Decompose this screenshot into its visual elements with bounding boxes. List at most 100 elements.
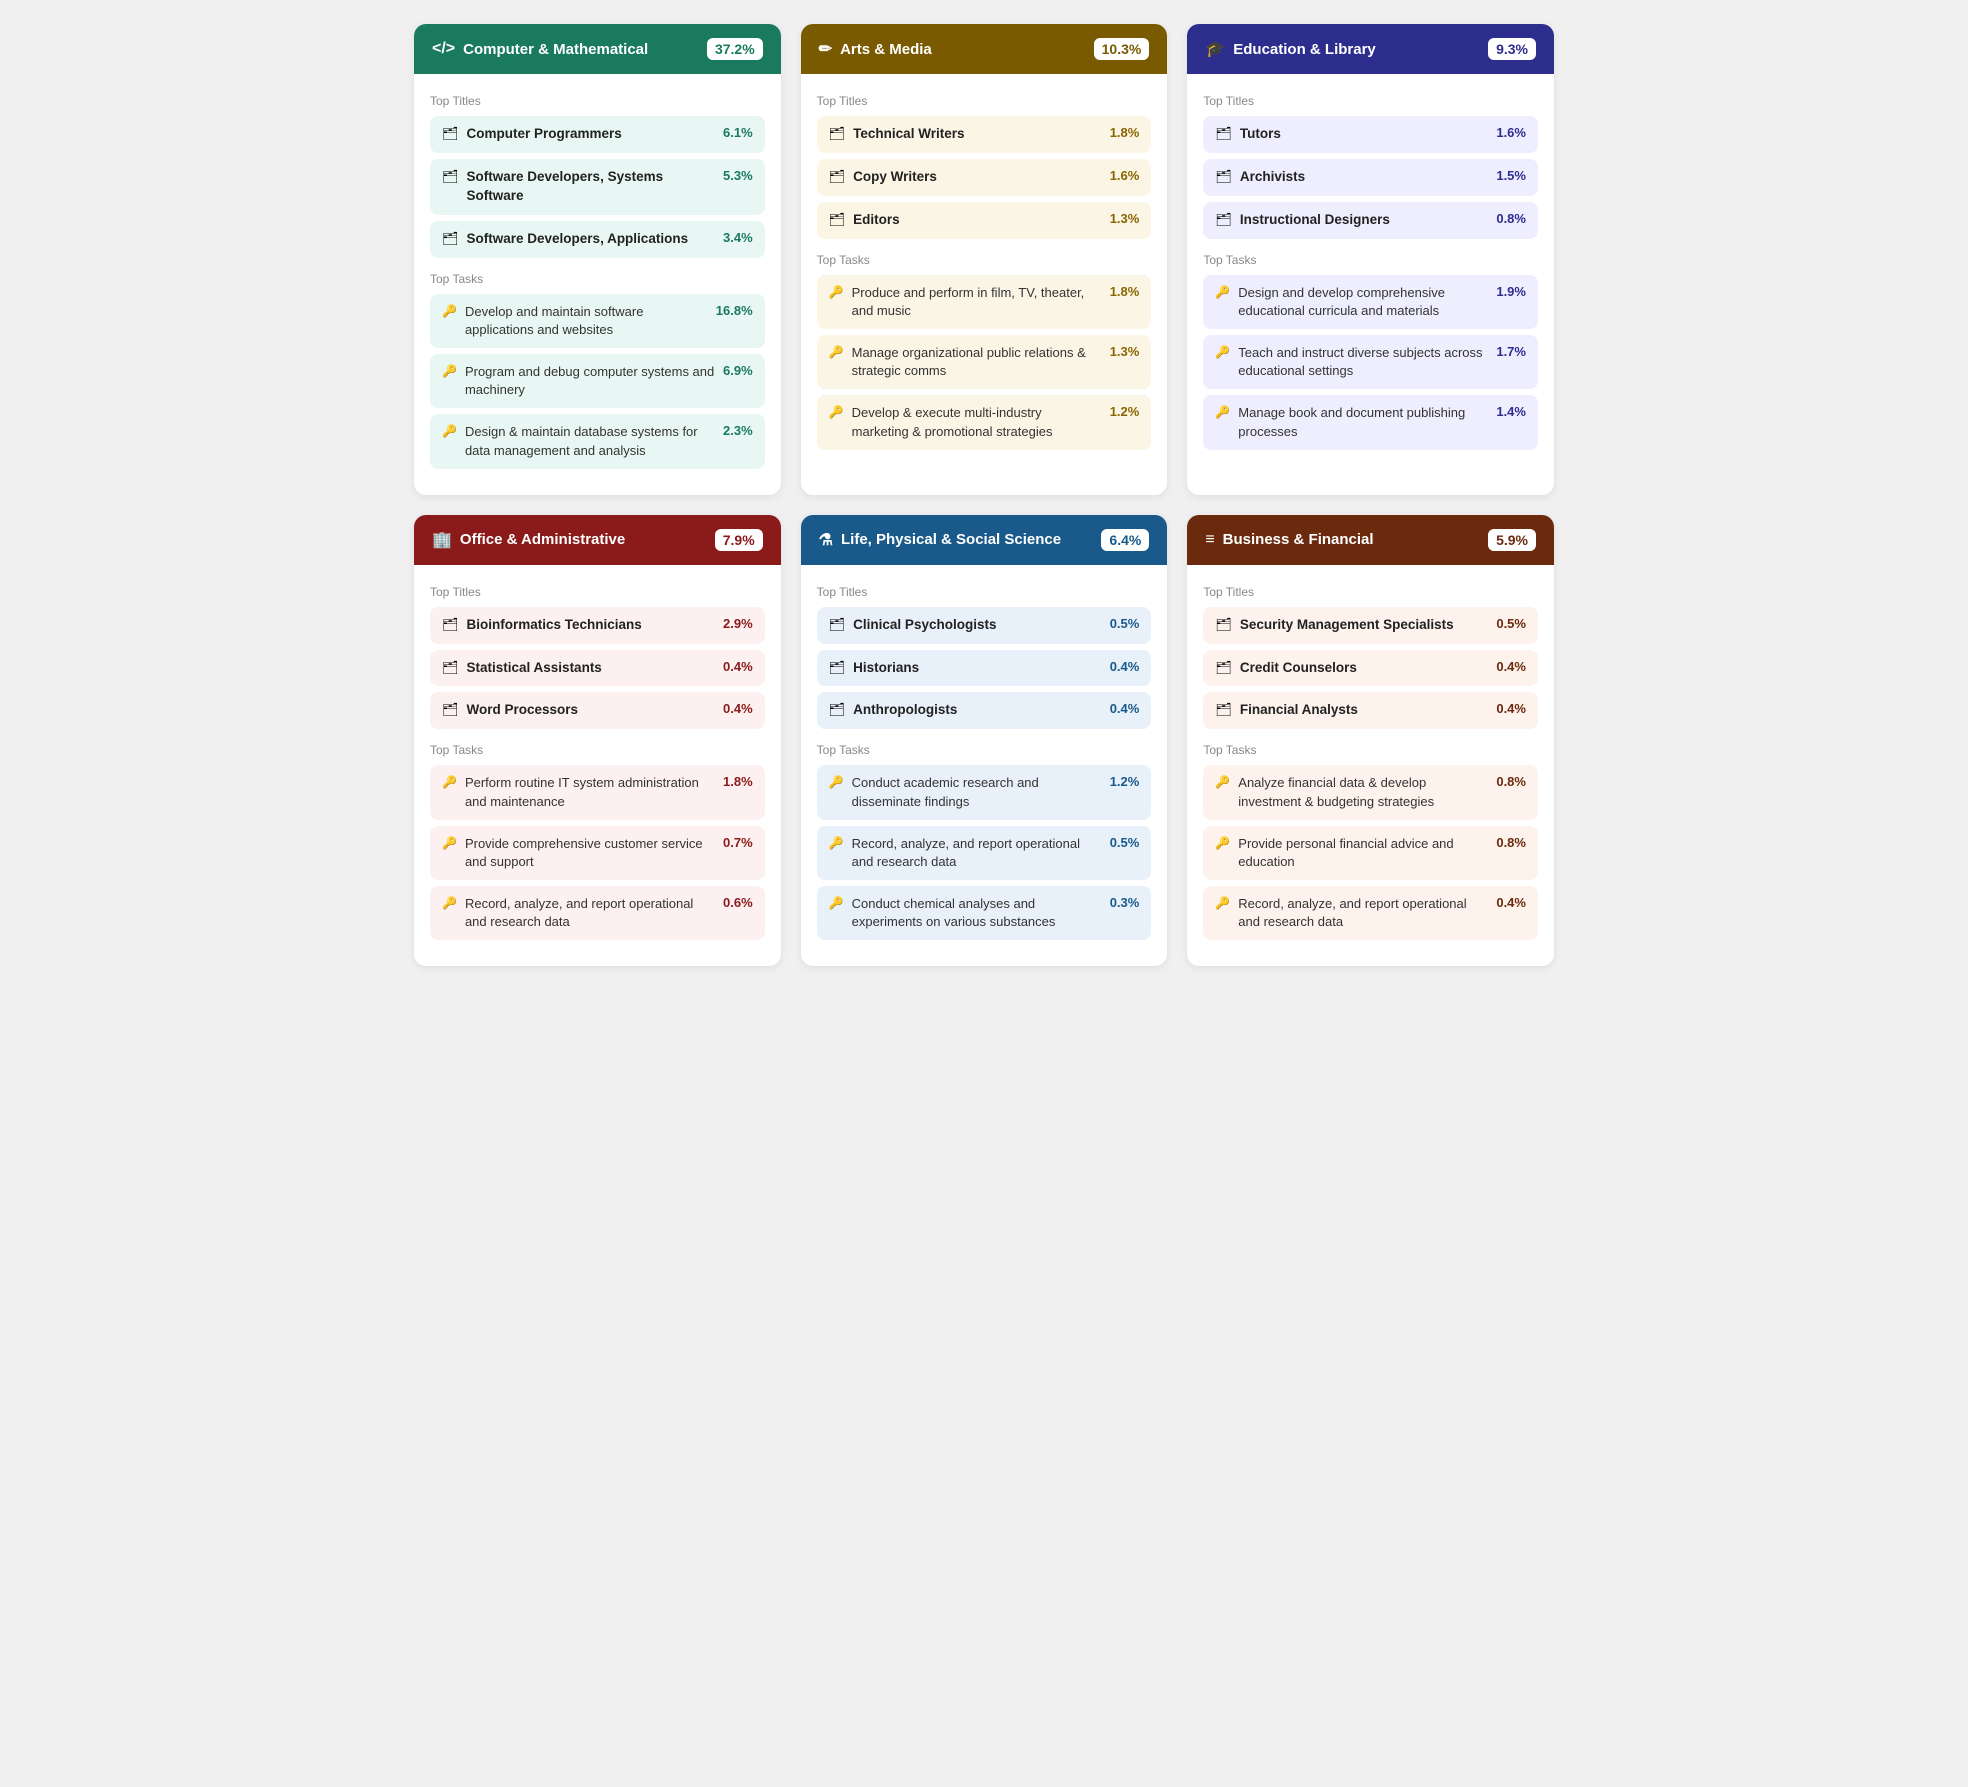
task-row-left-business-financial-2: 🔑Record, analyze, and report operational… (1215, 895, 1488, 931)
title-row-left-computer-mathematical-0: 🗂Computer Programmers (442, 125, 715, 144)
briefcase-icon-business-financial-0: 🗂 (1215, 617, 1232, 633)
task-row-left-arts-media-2: 🔑Develop & execute multi-industry market… (829, 404, 1102, 440)
card-percentage-arts-media: 10.3% (1094, 38, 1150, 60)
top-titles-label-computer-mathematical: Top Titles (430, 94, 765, 108)
task-name-life-physical-social-science-2: Conduct chemical analyses and experiment… (852, 895, 1102, 931)
title-pct-education-library-1: 1.5% (1496, 168, 1526, 183)
card-title-business-financial: Business & Financial (1223, 531, 1374, 548)
card-education-library: 🎓Education & Library 9.3% Top Titles🗂Tutor… (1187, 24, 1554, 495)
main-grid: </>Computer & Mathematical37.2%Top Title… (414, 24, 1554, 966)
top-tasks-label-business-financial: Top Tasks (1203, 743, 1538, 757)
task-pct-arts-media-0: 1.8% (1110, 284, 1140, 299)
task-pct-computer-mathematical-1: 6.9% (723, 363, 753, 378)
top-tasks-label-life-physical-social-science: Top Tasks (817, 743, 1152, 757)
title-row-left-business-financial-0: 🗂Security Management Specialists (1215, 616, 1488, 635)
key-icon-arts-media-1: 🔑 (829, 345, 844, 359)
task-row-left-computer-mathematical-0: 🔑Develop and maintain software applicati… (442, 303, 708, 339)
title-name-arts-media-0: Technical Writers (853, 125, 964, 144)
card-header-left-education-library: 🎓Education & Library (1205, 39, 1375, 59)
title-pct-arts-media-2: 1.3% (1110, 211, 1140, 226)
title-pct-arts-media-0: 1.8% (1110, 125, 1140, 140)
task-row-left-computer-mathematical-2: 🔑 Design & maintain database systems for … (442, 423, 715, 459)
task-row-left-life-physical-social-science-1: 🔑 Record, analyze, and report operational… (829, 835, 1102, 871)
card-header-left-business-financial: ≡Business & Financial (1205, 531, 1373, 549)
title-row-life-physical-social-science-0: 🗂Clinical Psychologists0.5% (817, 607, 1152, 644)
title-name-life-physical-social-science-0: Clinical Psychologists (853, 616, 996, 635)
title-row-left-office-administrative-1: 🗂Statistical Assistants (442, 659, 715, 678)
title-row-arts-media-2: 🗂Editors 1.3% (817, 202, 1152, 239)
title-pct-business-financial-1: 0.4% (1496, 659, 1526, 674)
card-body-computer-mathematical: Top Titles🗂Computer Programmers6.1%🗂Soft… (414, 74, 781, 495)
top-tasks-label-education-library: Top Tasks (1203, 253, 1538, 267)
key-icon-computer-mathematical-0: 🔑 (442, 304, 457, 318)
task-pct-computer-mathematical-2: 2.3% (723, 423, 753, 438)
card-percentage-education-library: 9.3% (1488, 38, 1536, 60)
top-titles-label-life-physical-social-science: Top Titles (817, 585, 1152, 599)
card-percentage-life-physical-social-science: 6.4% (1101, 529, 1149, 551)
task-name-education-library-0: Design and develop comprehensive educati… (1238, 284, 1488, 320)
task-row-life-physical-social-science-1: 🔑 Record, analyze, and report operational… (817, 826, 1152, 880)
card-percentage-office-administrative: 7.9% (715, 529, 763, 551)
task-name-computer-mathematical-2: Design & maintain database systems for d… (465, 423, 715, 459)
card-body-business-financial: Top Titles 🗂Security Management Specialis… (1187, 565, 1554, 967)
key-icon-education-library-1: 🔑 (1215, 345, 1230, 359)
title-pct-business-financial-2: 0.4% (1496, 701, 1526, 716)
task-pct-education-library-1: 1.7% (1496, 344, 1526, 359)
card-life-physical-social-science: ⚗Life, Physical & Social Science6.4%Top … (801, 515, 1168, 967)
task-pct-office-administrative-2: 0.6% (723, 895, 753, 910)
card-body-education-library: Top Titles🗂Tutors1.6%🗂Archivists1.5%🗂Ins… (1187, 74, 1554, 476)
title-name-arts-media-1: Copy Writers (853, 168, 937, 187)
title-name-computer-mathematical-0: Computer Programmers (467, 125, 622, 144)
title-name-computer-mathematical-2: Software Developers, Applications (467, 230, 689, 249)
title-row-education-library-2: 🗂Instructional Designers0.8% (1203, 202, 1538, 239)
task-pct-life-physical-social-science-0: 1.2% (1110, 774, 1140, 789)
task-pct-education-library-2: 1.4% (1496, 404, 1526, 419)
title-pct-life-physical-social-science-1: 0.4% (1110, 659, 1140, 674)
title-row-office-administrative-0: 🗂Bioinformatics Technicians2.9% (430, 607, 765, 644)
task-row-left-computer-mathematical-1: 🔑Program and debug computer systems and … (442, 363, 715, 399)
card-header-arts-media: ✏Arts & Media10.3% (801, 24, 1168, 74)
title-pct-office-administrative-1: 0.4% (723, 659, 753, 674)
title-pct-arts-media-1: 1.6% (1110, 168, 1140, 183)
title-row-business-financial-1: 🗂Credit Counselors 0.4% (1203, 650, 1538, 687)
top-titles-label-business-financial: Top Titles (1203, 585, 1538, 599)
task-row-education-library-0: 🔑Design and develop comprehensive educat… (1203, 275, 1538, 329)
task-name-arts-media-1: Manage organizational public relations &… (852, 344, 1102, 380)
key-icon-office-administrative-1: 🔑 (442, 836, 457, 850)
title-row-left-arts-media-2: 🗂Editors (829, 211, 1102, 230)
task-name-office-administrative-2: Record, analyze, and report operational … (465, 895, 715, 931)
task-row-education-library-2: 🔑Manage book and document publishing pro… (1203, 395, 1538, 449)
title-name-arts-media-2: Editors (853, 211, 900, 230)
category-icon-education-library: 🎓 (1205, 39, 1225, 59)
task-name-life-physical-social-science-1: Record, analyze, and report operational … (852, 835, 1102, 871)
title-pct-office-administrative-0: 2.9% (723, 616, 753, 631)
key-icon-computer-mathematical-2: 🔑 (442, 424, 457, 438)
title-row-computer-mathematical-0: 🗂Computer Programmers6.1% (430, 116, 765, 153)
title-row-business-financial-0: 🗂Security Management Specialists0.5% (1203, 607, 1538, 644)
title-row-left-business-financial-1: 🗂Credit Counselors (1215, 659, 1488, 678)
title-name-business-financial-1: Credit Counselors (1240, 659, 1357, 678)
task-row-left-education-library-2: 🔑Manage book and document publishing pro… (1215, 404, 1488, 440)
task-name-arts-media-0: Produce and perform in film, TV, theater… (852, 284, 1102, 320)
key-icon-education-library-2: 🔑 (1215, 405, 1230, 419)
title-name-education-library-0: Tutors (1240, 125, 1281, 144)
card-header-education-library: 🎓Education & Library 9.3% (1187, 24, 1554, 74)
top-tasks-label-office-administrative: Top Tasks (430, 743, 765, 757)
title-row-arts-media-0: 🗂Technical Writers1.8% (817, 116, 1152, 153)
task-row-business-financial-0: 🔑Analyze financial data & develop invest… (1203, 765, 1538, 819)
title-row-left-life-physical-social-science-1: 🗂Historians (829, 659, 1102, 678)
key-icon-office-administrative-0: 🔑 (442, 775, 457, 789)
title-row-life-physical-social-science-2: 🗂Anthropologists0.4% (817, 692, 1152, 729)
task-name-office-administrative-1: Provide comprehensive customer service a… (465, 835, 715, 871)
briefcase-icon-life-physical-social-science-2: 🗂 (829, 702, 846, 718)
card-header-business-financial: ≡Business & Financial5.9% (1187, 515, 1554, 565)
task-row-office-administrative-2: 🔑Record, analyze, and report operational… (430, 886, 765, 940)
task-row-arts-media-0: 🔑Produce and perform in film, TV, theate… (817, 275, 1152, 329)
title-name-life-physical-social-science-1: Historians (853, 659, 919, 678)
task-pct-business-financial-2: 0.4% (1496, 895, 1526, 910)
card-title-life-physical-social-science: Life, Physical & Social Science (841, 531, 1061, 548)
card-body-office-administrative: Top Titles🗂Bioinformatics Technicians2.9… (414, 565, 781, 967)
title-row-education-library-0: 🗂Tutors1.6% (1203, 116, 1538, 153)
task-pct-life-physical-social-science-1: 0.5% (1110, 835, 1140, 850)
key-icon-life-physical-social-science-1: 🔑 (829, 836, 844, 850)
